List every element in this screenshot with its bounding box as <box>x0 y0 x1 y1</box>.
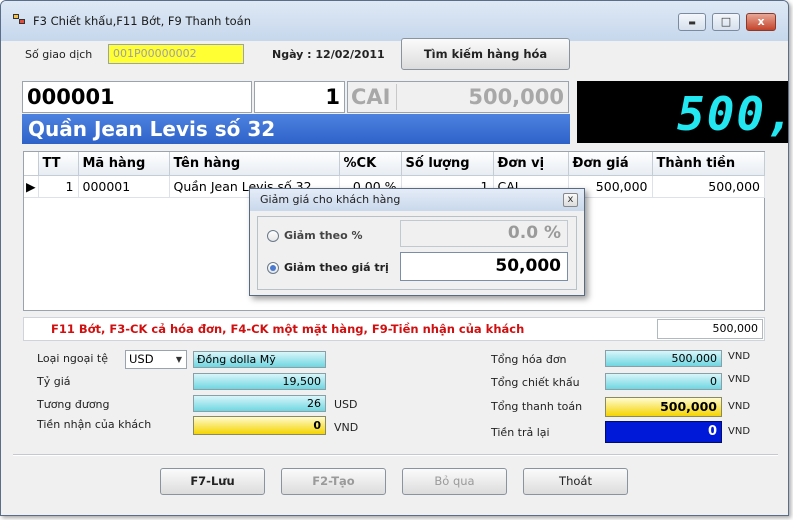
equivalent-label: Tương đương <box>37 398 110 411</box>
discount-total-label: Tổng chiết khấu <box>491 376 580 389</box>
lcd-display: 500,0 <box>577 81 788 143</box>
title-bar[interactable]: F3 Chiết khấu,F11 Bớt, F9 Thanh toán ▬ □… <box>1 1 788 41</box>
amount-radio[interactable] <box>267 262 279 274</box>
grid-corner <box>24 152 39 176</box>
col-code[interactable]: Mã hàng <box>78 152 170 176</box>
payment-total-unit: VND <box>728 401 751 412</box>
col-name[interactable]: Tên hàng <box>169 152 340 176</box>
dialog-title: Giảm giá cho khách hàng <box>250 189 584 211</box>
currency-value: USD <box>129 352 154 366</box>
currency-name-field: Đồng dolla Mỹ <box>193 351 326 368</box>
currency-select[interactable]: USD ▼ <box>125 350 187 369</box>
grid-header-row: TT Mã hàng Tên hàng %CK Số lượng Đơn vị … <box>24 152 765 176</box>
percent-input[interactable]: 0.0 % <box>400 220 568 247</box>
hint-total-field[interactable]: 500,000 <box>657 319 763 339</box>
change-label: Tiền trả lại <box>491 426 550 439</box>
equivalent-field: 26 <box>193 395 326 412</box>
col-amount[interactable]: Thành tiền <box>652 152 765 176</box>
product-code-input[interactable]: 000001 <box>22 81 252 113</box>
search-product-button[interactable]: Tìm kiếm hàng hóa <box>401 38 570 70</box>
invoice-total-field: 500,000 <box>605 350 722 367</box>
skip-button[interactable]: Bỏ qua <box>402 468 507 495</box>
payment-total-label: Tổng thanh toán <box>491 400 583 413</box>
currency-label: Loại ngoại tệ <box>37 352 109 365</box>
equivalent-unit: USD <box>334 398 358 411</box>
payment-total-field: 500,000 <box>605 397 722 417</box>
invoice-total-unit: VND <box>728 351 751 362</box>
chevron-down-icon[interactable]: ▼ <box>176 351 182 368</box>
product-name-banner: Quần Jean Levis số 32 <box>22 114 570 144</box>
main-window: F3 Chiết khấu,F11 Bớt, F9 Thanh toán ▬ □… <box>0 0 789 516</box>
unit-price-divider <box>396 84 397 110</box>
received-field[interactable]: 0 <box>193 416 326 435</box>
maximize-button[interactable]: □ <box>712 13 740 31</box>
dialog-close-icon: x <box>567 194 574 205</box>
col-unit[interactable]: Đơn vị <box>493 152 569 176</box>
amount-option-label[interactable]: Giảm theo giá trị <box>284 261 389 274</box>
transaction-date: Ngày : 12/02/2011 <box>272 48 385 61</box>
col-quantity[interactable]: Số lượng <box>401 152 494 176</box>
col-unit-price[interactable]: Đơn giá <box>568 152 653 176</box>
close-icon: x <box>757 15 765 28</box>
cell-amount[interactable]: 500,000 <box>652 175 765 198</box>
change-unit: VND <box>728 426 751 437</box>
lcd-amount: 500,0 <box>677 87 788 141</box>
create-button[interactable]: F2-Tạo <box>281 468 386 495</box>
amount-input[interactable]: 50,000 <box>400 252 568 281</box>
shortcut-hint-bar: F11 Bớt, F3-CK cả hóa đơn, F4-CK một mặt… <box>23 317 765 341</box>
save-button[interactable]: F7-Lưu <box>160 468 265 495</box>
dialog-close-button[interactable]: x <box>563 193 578 207</box>
change-field: 0 <box>605 421 722 443</box>
minimize-button[interactable]: ▬ <box>678 13 706 31</box>
discount-total-unit: VND <box>728 374 751 385</box>
close-button[interactable]: x <box>746 13 776 31</box>
footer-divider <box>13 454 778 456</box>
received-label: Tiền nhận của khách <box>37 418 152 431</box>
window-title: F3 Chiết khấu,F11 Bớt, F9 Thanh toán <box>33 14 251 28</box>
discount-dialog[interactable]: Giảm giá cho khách hàng x Giảm theo % 0.… <box>249 188 585 296</box>
price-text: 500,000 <box>468 85 564 109</box>
unit-price-display: CAI 500,000 <box>347 81 569 113</box>
discount-total-field: 0 <box>605 373 722 390</box>
row-selector[interactable]: ▶ <box>24 175 39 198</box>
cell-tt[interactable]: 1 <box>38 175 79 198</box>
received-unit: VND <box>334 421 359 434</box>
unit-text: CAI <box>351 85 391 109</box>
rate-label: Tỷ giá <box>37 375 71 388</box>
rate-field: 19,500 <box>193 373 326 390</box>
maximize-icon: □ <box>720 15 732 28</box>
exit-button[interactable]: Thoát <box>523 468 628 495</box>
percent-radio[interactable] <box>267 230 279 242</box>
transaction-label: Số giao dịch <box>25 48 93 61</box>
shortcut-hint-text: F11 Bớt, F3-CK cả hóa đơn, F4-CK một mặt… <box>51 322 525 336</box>
minimize-icon: ▬ <box>688 18 696 27</box>
quantity-input[interactable]: 1 <box>254 81 345 113</box>
cell-code[interactable]: 000001 <box>78 175 170 198</box>
invoice-total-label: Tổng hóa đơn <box>491 353 567 366</box>
percent-option-label[interactable]: Giảm theo % <box>284 229 362 242</box>
col-tt[interactable]: TT <box>38 152 79 176</box>
app-icon <box>13 14 27 26</box>
transaction-field[interactable]: 001P00000002 <box>108 44 244 64</box>
col-discount[interactable]: %CK <box>339 152 402 176</box>
